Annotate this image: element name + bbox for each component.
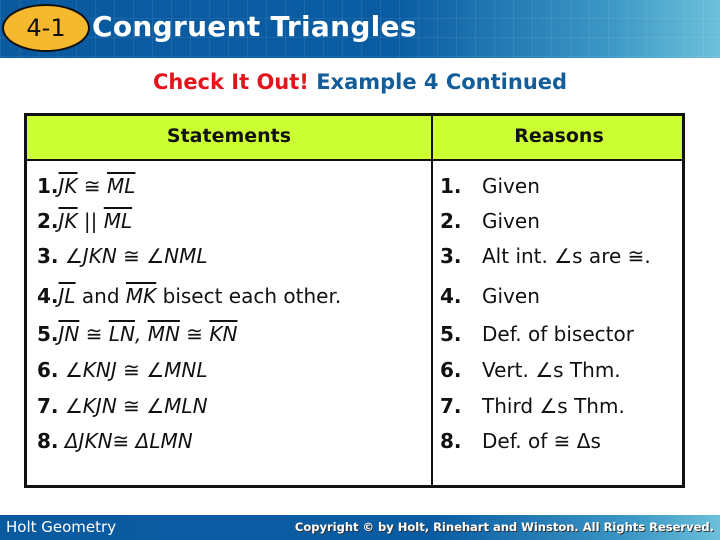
segment-label: JN — [58, 322, 80, 346]
statement-text: ≅ — [79, 322, 109, 346]
reason-number: 6. — [440, 358, 462, 382]
slide-subtitle: Check It Out! Example 4 Continued — [0, 70, 720, 94]
footer-copyright: Copyright © by Holt, Rinehart and Winsto… — [294, 520, 714, 534]
reason-text: Third ∠s Thm. — [482, 394, 625, 418]
reason-row: 3. Alt int. ∠s are ≅. — [440, 244, 651, 268]
reason-row: 5. Def. of bisector — [440, 322, 634, 346]
reason-text: Given — [482, 284, 540, 308]
reason-text: Given — [482, 209, 540, 233]
segment-label: KN — [209, 322, 238, 346]
statement-row: 1. JK ≅ ML — [37, 174, 135, 198]
reasons-header: Reasons — [514, 125, 604, 147]
statement-text: ∠KNJ ≅ ∠MNL — [58, 358, 208, 382]
column-divider — [431, 116, 433, 485]
statement-number: 7. — [37, 394, 59, 418]
statement-row: 7. ∠KJN ≅ ∠MLN — [37, 394, 208, 418]
statement-text: bisect each other. — [156, 284, 342, 308]
statement-number: 2. — [37, 209, 59, 233]
reason-row: 4. Given — [440, 284, 540, 308]
statement-text: ∠JKN ≅ ∠NML — [58, 244, 208, 268]
footer-book-title: Holt Geometry — [6, 518, 117, 536]
segment-label: MN — [147, 322, 180, 346]
reason-number: 2. — [440, 209, 462, 233]
statement-text: ≅ — [179, 322, 210, 346]
reason-text: Vert. ∠s Thm. — [482, 358, 621, 382]
statements-header: Statements — [166, 125, 292, 147]
reason-number: 7. — [440, 394, 462, 418]
statement-number: 3. — [37, 244, 59, 268]
segment-label: ML — [107, 174, 136, 198]
statement-text: ≅ — [77, 174, 108, 198]
segment-label: MK — [125, 284, 157, 308]
statement-row: 4. JL and MK bisect each other. — [37, 284, 341, 308]
reason-row: 6. Vert. ∠s Thm. — [440, 358, 621, 382]
footer-bar: Holt Geometry Copyright © by Holt, Rineh… — [0, 515, 720, 540]
reason-number: 1. — [440, 174, 462, 198]
statement-row: 6. ∠KNJ ≅ ∠MNL — [37, 358, 208, 382]
segment-label: LN — [108, 322, 135, 346]
statement-number: 5. — [37, 322, 59, 346]
segment-label: JK — [58, 209, 78, 233]
reason-text: Def. of ≅ Δs — [482, 429, 601, 453]
statement-number: 8. — [37, 429, 59, 453]
reason-number: 3. — [440, 244, 462, 268]
reason-row: 8. Def. of ≅ Δs — [440, 429, 601, 453]
statement-text: and — [75, 284, 126, 308]
lesson-title: Congruent Triangles — [92, 10, 417, 43]
reason-text: Given — [482, 174, 540, 198]
reason-row: 7. Third ∠s Thm. — [440, 394, 625, 418]
statement-text: ∠KJN ≅ ∠MLN — [58, 394, 208, 418]
reason-number: 4. — [440, 284, 462, 308]
statement-text: || — [77, 209, 104, 233]
reason-number: 8. — [440, 429, 462, 453]
segment-label: JK — [58, 174, 78, 198]
reason-row: 1. Given — [440, 174, 540, 198]
reason-text: Alt int. ∠s are ≅. — [482, 244, 651, 268]
lesson-number: 4-1 — [26, 14, 66, 42]
statement-text: , — [134, 322, 148, 346]
statement-number: 1. — [37, 174, 59, 198]
proof-table: Statements Reasons 1. JK ≅ ML 2. JK || ML… — [24, 113, 685, 488]
statement-text: ΔJKN≅ ΔLMN — [58, 429, 193, 453]
statement-row: 2. JK || ML — [37, 209, 132, 233]
proof-table-header: Statements Reasons — [27, 116, 682, 161]
reason-number: 5. — [440, 322, 462, 346]
subtitle-text: Example 4 Continued — [316, 70, 568, 94]
statement-row: 8. ΔJKN≅ ΔLMN — [37, 429, 193, 453]
segment-label: JL — [58, 284, 76, 308]
reason-row: 2. Given — [440, 209, 540, 233]
lesson-badge: 4-1 — [2, 4, 90, 52]
header-bar: 4-1 Congruent Triangles — [0, 0, 720, 58]
statement-number: 4. — [37, 284, 59, 308]
reason-text: Def. of bisector — [482, 322, 634, 346]
segment-label: ML — [103, 209, 133, 233]
statement-row: 3. ∠JKN ≅ ∠NML — [37, 244, 208, 268]
statement-row: 5. JN ≅ LN, MN ≅ KN — [37, 322, 237, 346]
subtitle-highlight: Check It Out! — [152, 70, 309, 94]
statement-number: 6. — [37, 358, 59, 382]
